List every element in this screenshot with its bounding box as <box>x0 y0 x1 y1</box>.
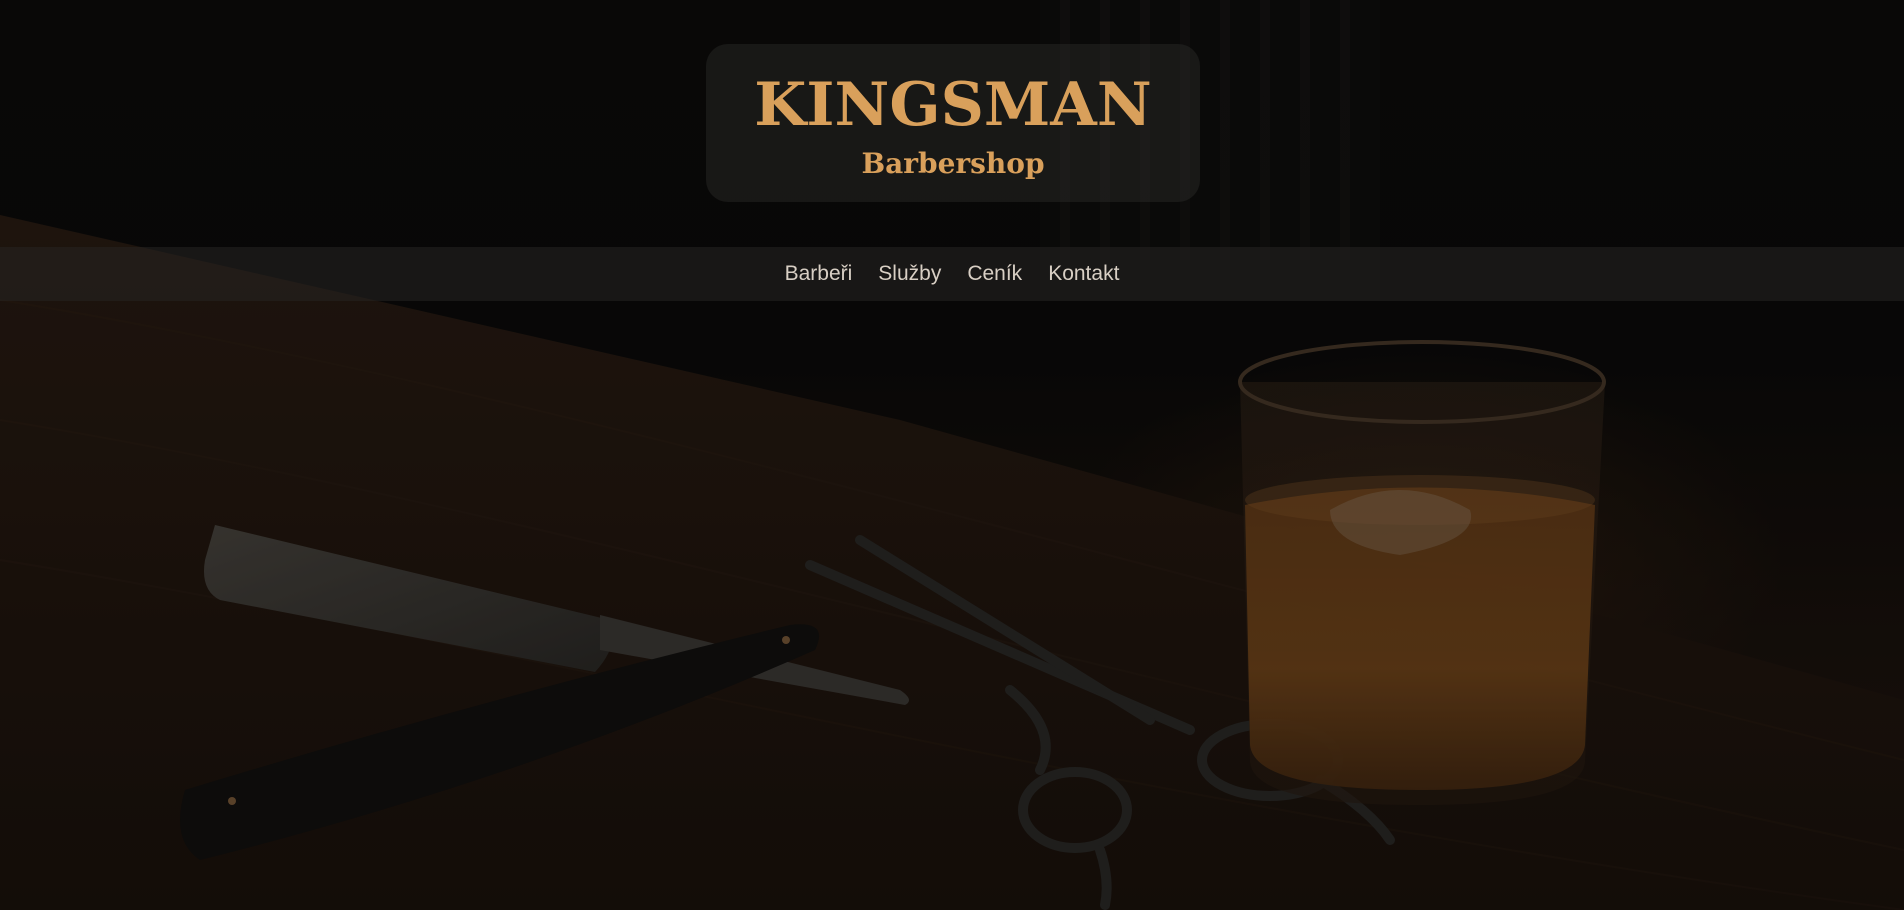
nav-item-contact[interactable]: Kontakt <box>1048 262 1119 286</box>
logo-box: KINGSMAN Barbershop <box>706 44 1200 202</box>
nav-item-barbers[interactable]: Barbeři <box>785 262 853 286</box>
brand-tagline: Barbershop <box>861 147 1045 180</box>
hero-section: KINGSMAN Barbershop Barbeři Služby Ceník… <box>0 0 1904 910</box>
brand-title: KINGSMAN <box>754 70 1152 140</box>
main-navigation: Barbeři Služby Ceník Kontakt <box>0 247 1904 301</box>
nav-item-services[interactable]: Služby <box>878 262 941 286</box>
nav-item-pricing[interactable]: Ceník <box>967 262 1022 286</box>
